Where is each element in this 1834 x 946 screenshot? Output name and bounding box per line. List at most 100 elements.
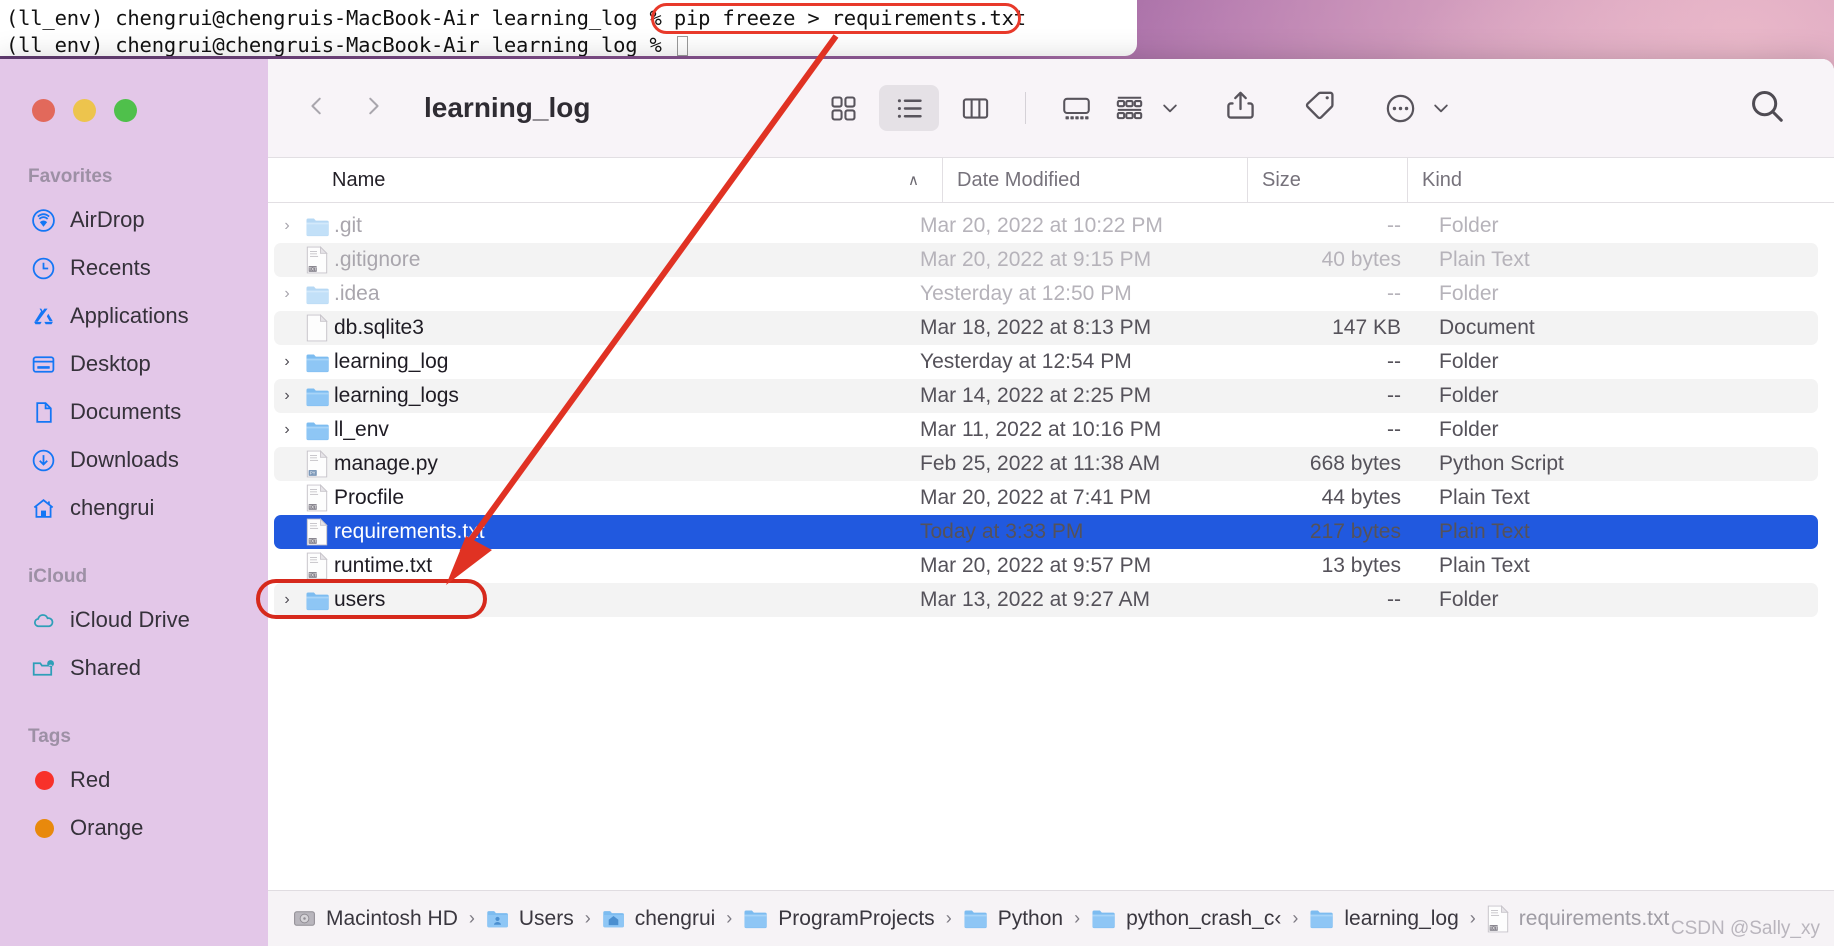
table-row[interactable]: › users Mar 13, 2022 at 9:27 AM -- Folder xyxy=(274,583,1818,617)
file-name: db.sqlite3 xyxy=(334,316,424,339)
table-row[interactable]: TXT runtime.txt Mar 20, 2022 at 9:57 PM 13… xyxy=(274,549,1818,583)
screen: (ll_env) chengrui@chengruis-MacBook-Air … xyxy=(0,0,1834,946)
sidebar-item-chengrui[interactable]: chengrui xyxy=(0,484,268,532)
icon-view-button[interactable] xyxy=(813,85,873,131)
breadcrumb-item[interactable]: Python › xyxy=(962,905,1086,932)
table-row[interactable]: › learning_log Yesterday at 12:54 PM -- Fol… xyxy=(274,345,1818,379)
sidebar-item-applications[interactable]: Applications xyxy=(0,292,268,340)
file-kind: Folder xyxy=(1439,418,1499,441)
column-view-button[interactable] xyxy=(945,85,1005,131)
file-name: Procfile xyxy=(334,486,405,509)
file-kind: Folder xyxy=(1439,282,1499,305)
list-view-button[interactable] xyxy=(879,85,939,131)
sidebar-item-desktop[interactable]: Desktop xyxy=(0,340,268,388)
sort-arrow-icon[interactable]: ∧ xyxy=(908,171,942,189)
more-button[interactable] xyxy=(1384,92,1451,125)
table-row[interactable]: db.sqlite3 Mar 18, 2022 at 8:13 PM 147 KB D… xyxy=(274,311,1818,345)
search-button[interactable] xyxy=(1748,87,1786,130)
file-date-modified: Mar 20, 2022 at 7:41 PM xyxy=(920,486,1152,509)
back-button[interactable] xyxy=(306,95,328,122)
column-kind[interactable]: Kind xyxy=(1407,158,1834,202)
file-kind: Folder xyxy=(1439,350,1499,373)
document-icon xyxy=(30,399,56,425)
terminal-line-prompt: (ll_env) chengrui@chengruis-MacBook-Air … xyxy=(6,32,1137,56)
table-row[interactable]: TXT Procfile Mar 20, 2022 at 7:41 PM 44 by… xyxy=(274,481,1818,515)
column-name[interactable]: Name xyxy=(268,169,908,192)
table-row[interactable]: TXT requirements.txt Today at 3:33 PM 217 … xyxy=(274,515,1818,549)
tags-button[interactable] xyxy=(1303,89,1336,127)
group-by-button[interactable] xyxy=(1113,92,1180,125)
terminal-command-text: pip freeze > requirements.txt xyxy=(673,6,1026,30)
breadcrumb-label: Macintosh HD xyxy=(326,906,458,930)
table-row[interactable]: › .git Mar 20, 2022 at 10:22 PM -- Folder xyxy=(274,209,1818,243)
share-button[interactable] xyxy=(1224,89,1257,127)
terminal-prompt-2: (ll_env) chengrui@chengruis-MacBook-Air … xyxy=(6,33,674,56)
table-row[interactable]: › .idea Yesterday at 12:50 PM -- Folder xyxy=(274,277,1818,311)
breadcrumb-item[interactable]: Users › xyxy=(485,906,597,931)
table-row[interactable]: PY manage.py Feb 25, 2022 at 11:38 AM 668 … xyxy=(274,447,1818,481)
txt-file-icon: TXT xyxy=(300,552,334,580)
column-date-modified[interactable]: Date Modified xyxy=(942,158,1247,202)
sidebar-item-tag-orange[interactable]: Orange xyxy=(0,804,268,852)
file-size: -- xyxy=(1387,384,1401,407)
file-kind: Plain Text xyxy=(1439,554,1530,577)
sidebar-item-recents[interactable]: Recents xyxy=(0,244,268,292)
table-row[interactable]: TXT .gitignore Mar 20, 2022 at 9:15 PM 40 … xyxy=(274,243,1818,277)
breadcrumb-item[interactable]: learning_log › xyxy=(1308,905,1481,932)
tag-dot-icon xyxy=(30,767,56,793)
disclosure-triangle-icon[interactable]: › xyxy=(274,353,300,371)
terminal-prompt: (ll_env) chengrui@chengruis-MacBook-Air … xyxy=(6,6,674,30)
disclosure-triangle-icon[interactable]: › xyxy=(274,387,300,405)
search-icon xyxy=(1752,90,1783,122)
sidebar-item-label: iCloud Drive xyxy=(70,607,190,632)
sidebar-item-shared[interactable]: Shared xyxy=(0,644,268,692)
finder-window: Favorites AirDrop Recents Applications D… xyxy=(0,59,1834,946)
file-kind: Folder xyxy=(1439,384,1499,407)
maximize-button[interactable] xyxy=(114,99,137,122)
sidebar-section-favorites: Favorites xyxy=(28,166,113,187)
breadcrumb-item[interactable]: chengrui › xyxy=(601,906,739,931)
sidebar-item-label: Downloads xyxy=(70,447,179,472)
breadcrumb-label: Users xyxy=(518,906,574,930)
forward-button[interactable] xyxy=(362,95,384,122)
disclosure-triangle-icon[interactable]: › xyxy=(274,285,300,303)
svg-text:TXT: TXT xyxy=(309,266,317,271)
gallery-view-button[interactable] xyxy=(1046,85,1106,131)
breadcrumb-label: Python xyxy=(997,906,1064,930)
breadcrumb-item[interactable]: Macintosh HD › xyxy=(292,906,481,931)
disclosure-triangle-icon[interactable]: › xyxy=(274,421,300,439)
file-name: requirements.txt xyxy=(334,520,485,543)
chevron-down-icon xyxy=(1163,104,1177,113)
shared-folder-icon xyxy=(30,655,56,681)
desktop-icon xyxy=(30,351,56,377)
sidebar-item-tag-red[interactable]: Red xyxy=(0,756,268,804)
sidebar-item-documents[interactable]: Documents xyxy=(0,388,268,436)
sidebar-item-icloud-drive[interactable]: iCloud Drive xyxy=(0,596,268,644)
breadcrumb-item[interactable]: python_crash_c‹ › xyxy=(1090,905,1304,932)
table-row[interactable]: › learning_logs Mar 14, 2022 at 2:25 PM --… xyxy=(274,379,1818,413)
breadcrumb-item[interactable]: ProgramProjects › xyxy=(742,905,957,932)
folder-icon xyxy=(300,349,334,376)
breadcrumb-item[interactable]: TXT requirements.txt xyxy=(1486,904,1669,933)
finder-main: learning_log Name ∧ Date Modified Size K… xyxy=(268,59,1834,946)
file-name: manage.py xyxy=(334,452,438,475)
file-size: 147 KB xyxy=(1332,316,1401,339)
sidebar-item-downloads[interactable]: Downloads xyxy=(0,436,268,484)
table-row[interactable]: › ll_env Mar 11, 2022 at 10:16 PM -- Folder xyxy=(274,413,1818,447)
file-name: .gitignore xyxy=(334,248,421,271)
column-size[interactable]: Size xyxy=(1247,158,1407,202)
file-size: 40 bytes xyxy=(1321,248,1401,271)
folder-icon xyxy=(300,587,334,614)
file-kind: Plain Text xyxy=(1439,520,1530,543)
file-name: .idea xyxy=(334,282,380,305)
disclosure-triangle-icon[interactable]: › xyxy=(274,591,300,609)
file-name: users xyxy=(334,588,386,611)
close-button[interactable] xyxy=(32,99,55,122)
disclosure-triangle-icon[interactable]: › xyxy=(274,217,300,235)
sidebar-item-airdrop[interactable]: AirDrop xyxy=(0,196,268,244)
minimize-button[interactable] xyxy=(73,99,96,122)
file-kind: Document xyxy=(1439,316,1535,339)
terminal-window[interactable]: (ll_env) chengrui@chengruis-MacBook-Air … xyxy=(0,0,1137,56)
folder-icon xyxy=(962,905,989,932)
file-size: 13 bytes xyxy=(1321,554,1401,577)
